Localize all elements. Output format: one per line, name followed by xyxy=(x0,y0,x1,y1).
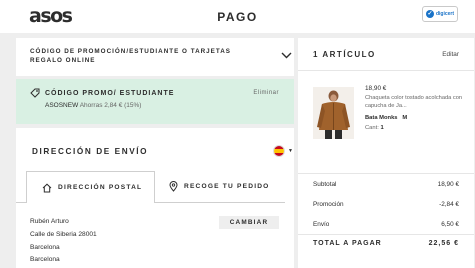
spain-flag-icon[interactable] xyxy=(273,145,285,157)
address-line: Calle de Siberia 28001 xyxy=(30,230,97,238)
top-header: asos PAGO ✓ digicert xyxy=(0,0,475,33)
check-icon: ✓ xyxy=(425,10,434,18)
product-brand: Bata Monks xyxy=(365,115,398,121)
chevron-down-icon xyxy=(281,52,292,59)
order-summary: 1 ARTÍCULO Editar 18,90 € Chaqueta color… xyxy=(298,38,474,268)
divider xyxy=(298,234,474,235)
tab-label: RECOGE TU PEDIDO xyxy=(184,182,270,190)
change-address-button[interactable]: CAMBIAR xyxy=(219,216,279,229)
row-value: 6,50 € xyxy=(441,221,459,228)
total-value: 22,56 € xyxy=(428,240,459,247)
product-size: M xyxy=(402,115,408,121)
total-label: TOTAL A PAGAR xyxy=(313,240,382,247)
product-description: Chaqueta color tostado acolchada con cap… xyxy=(365,95,463,109)
home-icon xyxy=(42,183,52,192)
promo-code-toggle[interactable]: CÓDIGO DE PROMOCIÓN/ESTUDIANTE O TARJETA… xyxy=(16,38,294,76)
promo-question: CÓDIGO DE PROMOCIÓN/ESTUDIANTE O TARJETA… xyxy=(30,48,231,64)
promo-applied-title: CÓDIGO PROMO/ ESTUDIANTE xyxy=(45,90,175,97)
product-meta: Bata Monks M xyxy=(365,114,407,122)
badge-label: digicert xyxy=(435,11,455,17)
promo-saving: Ahorras 2,84 € (15%) xyxy=(79,102,142,109)
qty-value: 1 xyxy=(380,125,384,131)
total-row: TOTAL A PAGAR 22,56 € xyxy=(313,240,459,248)
remove-promo-button[interactable]: Eliminar xyxy=(253,90,279,96)
subtotal-row: Subtotal 18,90 € xyxy=(313,181,459,189)
qty-label: Cant: xyxy=(365,125,379,131)
tab-pickup[interactable]: RECOGE TU PEDIDO xyxy=(155,171,285,203)
tab-label: DIRECCIÓN POSTAL xyxy=(58,183,143,191)
digicert-badge: ✓ digicert xyxy=(422,6,458,22)
row-label: Promoción xyxy=(313,201,344,208)
chevron-down-icon[interactable]: ▼ xyxy=(288,148,293,154)
divider xyxy=(298,70,474,71)
promo-applied-panel: CÓDIGO PROMO/ ESTUDIANTE ASOSNEW Ahorras… xyxy=(16,79,294,124)
product-image xyxy=(313,87,354,139)
jacket-image xyxy=(313,87,354,139)
tab-postal-address[interactable]: DIRECCIÓN POSTAL xyxy=(26,171,155,203)
product-quantity: Cant: 1 xyxy=(365,124,384,132)
location-pin-icon xyxy=(169,181,178,192)
item-count: 1 ARTÍCULO xyxy=(313,50,376,59)
tag-icon xyxy=(30,88,40,98)
page-title: PAGO xyxy=(217,10,258,24)
promo-code: ASOSNEW xyxy=(45,102,79,109)
shipping-row: Envío 6,50 € xyxy=(313,221,459,229)
address-lines: Rubén Arturo Calle de Siberia 28001 Barc… xyxy=(30,216,97,267)
address-line: Barcelona xyxy=(30,256,60,264)
row-label: Subtotal xyxy=(313,181,337,188)
shipping-address-card: DIRECCIÓN DE ENVÍO ▼ DIRECCIÓN POSTAL RE… xyxy=(16,128,294,268)
promo-applied-detail: ASOSNEW Ahorras 2,84 € (15%) xyxy=(45,102,141,110)
row-value: 18,90 € xyxy=(437,181,459,188)
promotion-row: Promoción -2,84 € xyxy=(313,201,459,209)
divider xyxy=(298,173,474,174)
product-price: 18,90 € xyxy=(365,85,387,92)
edit-bag-link[interactable]: Editar xyxy=(442,51,459,58)
shipping-title: DIRECCIÓN DE ENVÍO xyxy=(32,147,149,156)
row-label: Envío xyxy=(313,221,330,228)
row-value: -2,84 € xyxy=(439,201,459,208)
address-line: Rubén Arturo xyxy=(30,218,69,225)
address-line: Barcelona xyxy=(30,243,60,251)
